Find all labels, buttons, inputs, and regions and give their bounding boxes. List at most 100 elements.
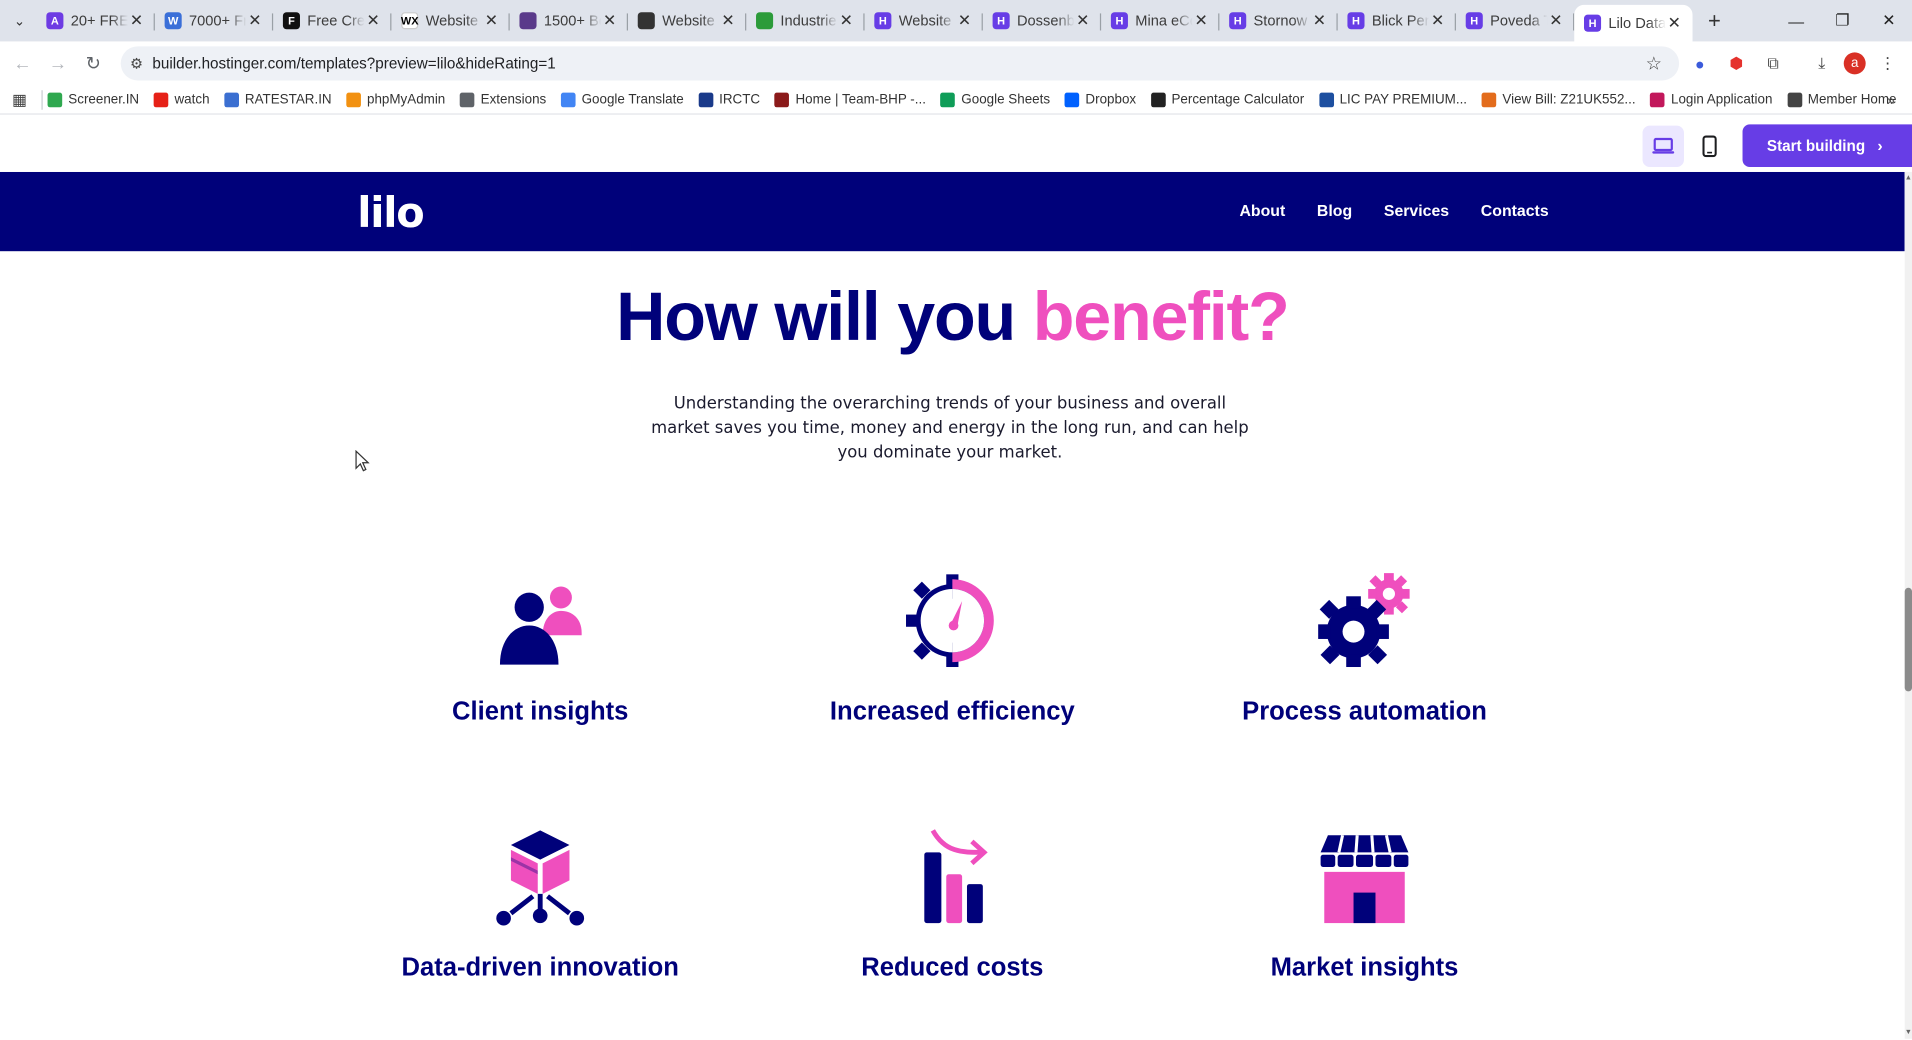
tab-favicon-icon: H — [1465, 12, 1483, 30]
tab-close-icon[interactable]: ✕ — [1547, 11, 1564, 31]
bookmark-favicon-icon — [1650, 92, 1665, 107]
tab-close-icon[interactable]: ✕ — [1666, 13, 1683, 33]
bookmark-item[interactable]: View Bill: Z21UK552... — [1481, 92, 1636, 107]
bookmark-item[interactable]: RATESTAR.IN — [224, 92, 332, 107]
browser-tab[interactable]: WX Website ✕ — [391, 4, 510, 38]
browser-tab[interactable]: H Mina eCo ✕ — [1101, 4, 1220, 38]
browser-tab[interactable]: H Dossenb ✕ — [983, 4, 1102, 38]
bookmark-favicon-icon — [698, 92, 714, 107]
reload-icon[interactable]: ↻ — [76, 46, 111, 80]
extension-shield-icon[interactable]: ⬢ — [1722, 46, 1751, 80]
bookmark-label: Home | Team-BHP -... — [795, 92, 926, 107]
more-bookmarks-icon[interactable]: » — [1887, 91, 1895, 108]
tab-title: Blick Pen — [1371, 12, 1430, 30]
nav-contacts[interactable]: Contacts — [1481, 201, 1549, 219]
page-scrollbar[interactable]: ▲ ▼ — [1904, 171, 1912, 1039]
bookmark-item[interactable]: Dropbox — [1064, 92, 1136, 107]
bookmark-favicon-icon — [47, 92, 63, 107]
bookmark-item[interactable]: Login Application — [1650, 92, 1772, 107]
feature-reduced-costs: Reduced costs — [769, 826, 1135, 983]
site-info-icon[interactable]: ⚙ — [121, 55, 153, 72]
browser-tab[interactable]: H Stornow ✕ — [1219, 4, 1338, 38]
mobile-view-button[interactable] — [1689, 126, 1730, 167]
tab-close-icon[interactable]: ✕ — [601, 11, 618, 31]
window-controls: — ❐ ✕ — [1773, 0, 1912, 41]
browser-tab[interactable]: F Free Crea✕ — [273, 4, 392, 38]
browser-tab[interactable]: H Blick Pen ✕ — [1338, 4, 1456, 38]
url-text[interactable]: builder.hostinger.com/templates?preview=… — [152, 55, 555, 72]
tab-close-icon[interactable]: ✕ — [719, 11, 736, 31]
minimize-icon[interactable]: — — [1773, 0, 1819, 41]
bookmark-item[interactable]: IRCTC — [698, 92, 760, 107]
nav-services[interactable]: Services — [1384, 201, 1449, 219]
address-bar[interactable]: ⚙ builder.hostinger.com/templates?previe… — [120, 46, 1680, 81]
bookmark-item[interactable]: watch — [153, 92, 210, 107]
tab-favicon-icon: H — [992, 12, 1010, 30]
bookmark-item[interactable]: LIC PAY PREMIUM... — [1318, 92, 1467, 107]
tab-close-icon[interactable]: ✕ — [483, 11, 500, 31]
nav-blog[interactable]: Blog — [1317, 201, 1352, 219]
desktop-view-button[interactable] — [1642, 125, 1684, 168]
site-nav: About Blog Services Contacts — [1239, 201, 1548, 219]
scroll-up-icon[interactable]: ▲ — [1905, 174, 1912, 181]
tab-close-icon[interactable]: ✕ — [128, 11, 145, 31]
tab-close-icon[interactable]: ✕ — [1193, 11, 1210, 31]
browser-tab[interactable]: W 7000+ Fr ✕ — [155, 4, 274, 38]
tab-close-icon[interactable]: ✕ — [1074, 11, 1091, 31]
browser-tab[interactable]: H Website ✕ — [865, 4, 983, 38]
tab-close-icon[interactable]: ✕ — [838, 11, 855, 31]
bookmark-item[interactable]: Percentage Calculator — [1150, 92, 1304, 107]
menu-kebab-icon[interactable]: ⋮ — [1873, 46, 1902, 80]
tab-close-icon[interactable]: ✕ — [1429, 11, 1446, 31]
tab-close-icon[interactable]: ✕ — [246, 11, 263, 31]
bookmark-item[interactable]: Member Home — [1787, 92, 1896, 107]
bookmark-item[interactable]: Home | Team-BHP -... — [774, 92, 926, 107]
bookmark-label: Extensions — [480, 92, 547, 107]
headline-part-1: How will you — [616, 278, 1033, 355]
nav-about[interactable]: About — [1239, 201, 1285, 219]
apps-grid-icon[interactable]: ▦ — [0, 90, 39, 110]
tab-favicon-icon: W — [164, 12, 182, 30]
browser-tab[interactable]: H Poveda T ✕ — [1456, 4, 1575, 38]
tab-title: Lilo Data — [1608, 14, 1666, 32]
browser-tab[interactable]: A 20+ FREE✕ — [37, 4, 155, 38]
tab-close-icon[interactable]: ✕ — [956, 11, 973, 31]
back-icon[interactable]: ← — [5, 46, 40, 80]
new-tab-button[interactable]: + — [1697, 8, 1731, 34]
forward-icon[interactable]: → — [40, 46, 75, 80]
downloads-icon[interactable]: ⤓ — [1807, 46, 1836, 80]
tab-title: 20+ FREE — [70, 12, 129, 30]
tab-favicon-icon: A — [46, 12, 64, 30]
tab-title: Free Crea — [307, 12, 365, 30]
bookmark-favicon-icon — [1318, 92, 1334, 107]
scroll-down-icon[interactable]: ▼ — [1905, 1029, 1912, 1036]
tab-favicon-icon: H — [874, 12, 892, 30]
tab-favicon-icon: F — [282, 12, 300, 30]
bookmark-label: phpMyAdmin — [366, 92, 446, 107]
tab-close-icon[interactable]: ✕ — [1311, 11, 1328, 31]
bookmark-favicon-icon — [560, 92, 576, 107]
profile-avatar[interactable]: a — [1843, 52, 1866, 75]
browser-tab[interactable]: Website ✕ — [628, 4, 747, 38]
bookmark-item[interactable]: Screener.IN — [47, 92, 139, 107]
scroll-thumb[interactable] — [1904, 587, 1912, 692]
bookmark-star-icon[interactable]: ☆ — [1646, 52, 1662, 75]
browser-tab[interactable]: 1500+ Be ✕ — [510, 4, 628, 38]
bookmark-item[interactable]: phpMyAdmin — [346, 92, 445, 107]
restore-icon[interactable]: ❐ — [1819, 0, 1865, 41]
bookmark-item[interactable]: Extensions — [459, 92, 547, 107]
bookmark-item[interactable]: Google Sheets — [940, 92, 1050, 107]
site-logo[interactable]: lilo — [357, 189, 424, 238]
browser-tab[interactable]: H Lilo Data ✕ — [1574, 4, 1693, 42]
bookmark-item[interactable]: Google Translate — [560, 92, 684, 107]
tab-close-icon[interactable]: ✕ — [365, 11, 382, 31]
start-building-button[interactable]: Start building › — [1742, 124, 1912, 168]
extension-icon[interactable]: ● — [1685, 46, 1714, 80]
bookmark-label: RATESTAR.IN — [244, 92, 332, 107]
browser-tab[interactable]: Industrie ✕ — [746, 4, 865, 38]
client-insights-icon — [499, 586, 582, 665]
tab-search-icon[interactable]: ⌄ — [2, 4, 36, 38]
extensions-puzzle-icon[interactable]: ⧉ — [1758, 46, 1787, 80]
close-window-icon[interactable]: ✕ — [1866, 0, 1912, 41]
bookmark-label: Member Home — [1807, 92, 1897, 107]
